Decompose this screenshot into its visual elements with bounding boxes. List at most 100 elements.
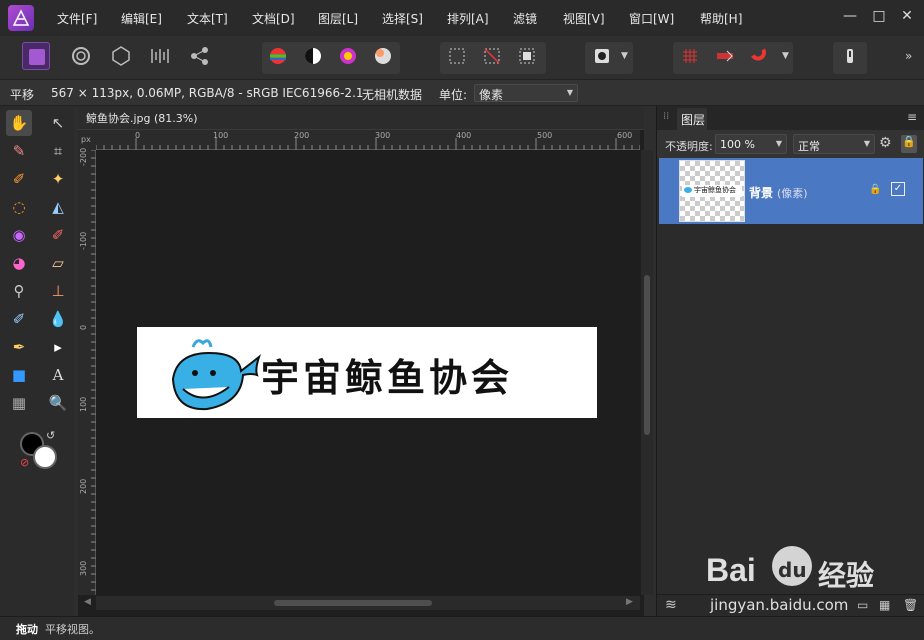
pen-tool-icon[interactable]: ✒: [6, 334, 32, 360]
menu-document[interactable]: 文档[D]: [252, 10, 295, 27]
opacity-value: 100 %: [720, 138, 755, 151]
thumbnail-text: 宇宙鲸鱼协会: [694, 186, 736, 194]
select-all-icon[interactable]: [443, 42, 471, 70]
menu-layer[interactable]: 图层[L]: [318, 10, 358, 27]
vertical-scroll-thumb[interactable]: [644, 275, 650, 435]
menu-help[interactable]: 帮助[H]: [700, 10, 742, 27]
export-persona-icon[interactable]: [186, 42, 214, 70]
deselect-icon[interactable]: [478, 42, 506, 70]
maximize-icon[interactable]: □: [871, 8, 887, 24]
move-tool-icon[interactable]: ↖: [45, 110, 71, 136]
gradient-tool-icon[interactable]: ◉: [6, 222, 32, 248]
clone-stamp-tool-icon[interactable]: ⊥: [45, 278, 71, 304]
layer-visibility-checkbox[interactable]: ✓: [891, 182, 905, 196]
layer-row-background[interactable]: 宇宙鲸鱼协会 背景 (像素) 🔒 ✓: [659, 158, 923, 224]
menu-edit[interactable]: 编辑[E]: [121, 10, 162, 27]
panel-menu-icon[interactable]: ≡: [907, 110, 917, 124]
vertical-scrollbar[interactable]: [641, 150, 653, 595]
freehand-selection-tool-icon[interactable]: ◌: [6, 194, 32, 220]
vertical-ruler[interactable]: -200 -100 0 100 200 300: [78, 148, 96, 595]
document-image: 宇宙鲸鱼协会: [137, 327, 597, 418]
thumbnail-whale-icon: [684, 187, 692, 193]
secondary-color-swatch[interactable]: [33, 445, 57, 469]
minimize-icon[interactable]: —: [842, 8, 858, 24]
paint-mode-icon[interactable]: [836, 42, 864, 70]
layers-stack-icon[interactable]: ≋: [665, 597, 677, 613]
photo-persona-icon[interactable]: [22, 42, 50, 70]
tone-mapping-persona-icon[interactable]: [146, 42, 174, 70]
horizontal-scroll-thumb[interactable]: [274, 600, 432, 606]
layer-lock-icon[interactable]: 🔒: [869, 184, 881, 195]
scroll-left-icon[interactable]: ◀: [84, 597, 91, 607]
dodge-tool-icon[interactable]: ⚲: [6, 278, 32, 304]
mesh-warp-tool-icon[interactable]: ▦: [6, 390, 32, 416]
flood-select-tool-icon[interactable]: ✦: [45, 166, 71, 192]
white-balance-icon[interactable]: [369, 42, 397, 70]
horizontal-ruler[interactable]: 0 100 200 300 400 500 600: [96, 130, 640, 150]
color-replacement-tool-icon[interactable]: ◕: [6, 250, 32, 276]
node-tool-icon[interactable]: ▸: [45, 334, 71, 360]
h-tick-label: 400: [456, 131, 472, 140]
blend-mode-select[interactable]: 正常 ▼: [793, 134, 875, 154]
selection-brush-tool-icon[interactable]: ✐: [6, 166, 32, 192]
add-pixel-layer-icon[interactable]: ▦: [879, 598, 890, 612]
healing-brush-tool-icon[interactable]: ✐: [6, 306, 32, 332]
grid-icon[interactable]: [676, 42, 704, 70]
panel-grip-icon[interactable]: ⁞⁞: [663, 111, 669, 122]
camera-data: 无相机数据: [362, 88, 423, 102]
invert-selection-icon[interactable]: [513, 42, 541, 70]
color-picker-tool-icon[interactable]: ✎: [6, 138, 32, 164]
horizontal-scrollbar[interactable]: ◀ ▶: [84, 596, 640, 610]
layer-name: 背景: [749, 186, 774, 200]
tab-layers[interactable]: 图层: [677, 108, 707, 130]
document-tab[interactable]: 鲸鱼协会.jpg (81.3%): [78, 106, 644, 130]
lock-icon[interactable]: 🔒: [901, 135, 917, 153]
menu-window[interactable]: 窗口[W]: [629, 10, 674, 27]
paint-brush-tool-icon[interactable]: ✐: [45, 222, 71, 248]
opacity-select[interactable]: 100 % ▼: [715, 134, 787, 154]
crop-tool-icon[interactable]: ⌗: [45, 138, 71, 164]
hsl-icon[interactable]: [334, 42, 362, 70]
black-white-icon[interactable]: [299, 42, 327, 70]
toolbar-overflow-icon[interactable]: »: [905, 49, 912, 63]
close-icon[interactable]: ✕: [899, 8, 915, 24]
context-toolbar: 平移 567 × 113px, 0.06MP, RGBA/8 - sRGB IE…: [0, 80, 924, 106]
snapping-dropdown-icon[interactable]: ▼: [782, 51, 789, 61]
rectangle-tool-icon[interactable]: ■: [6, 362, 32, 388]
tool-name: 平移: [10, 88, 35, 102]
quick-mask-icon[interactable]: [588, 42, 616, 70]
text-tool-icon[interactable]: A: [45, 362, 71, 388]
no-color-icon[interactable]: ⊘: [20, 456, 29, 469]
menu-filters[interactable]: 滤镜: [513, 10, 537, 27]
h-tick-label: 300: [375, 131, 391, 140]
layer-settings-gear-icon[interactable]: ⚙: [879, 135, 892, 151]
menu-file[interactable]: 文件[F]: [57, 10, 97, 27]
menu-text[interactable]: 文本[T]: [187, 10, 228, 27]
menu-arrange[interactable]: 排列[A]: [447, 10, 489, 27]
whale-icon: [171, 339, 261, 411]
units-label: 单位:: [439, 88, 468, 102]
blur-brush-tool-icon[interactable]: 💧: [45, 306, 71, 332]
develop-persona-icon[interactable]: [107, 42, 135, 70]
erase-brush-tool-icon[interactable]: ▱: [45, 250, 71, 276]
quick-mask-dropdown-icon[interactable]: ▼: [621, 51, 628, 61]
snapping-magnet-icon[interactable]: [746, 42, 774, 70]
scroll-right-icon[interactable]: ▶: [626, 597, 633, 607]
document-title: 鲸鱼协会.jpg (81.3%): [86, 112, 198, 125]
delete-layer-icon[interactable]: 🗑: [903, 598, 918, 612]
v-tick-label: 0: [79, 324, 88, 330]
swap-colors-icon[interactable]: ↺: [46, 429, 55, 442]
zoom-tool-icon[interactable]: 🔍: [45, 390, 71, 416]
status-tool: 拖动: [16, 623, 38, 636]
image-title-text: 宇宙鲸鱼协会: [261, 355, 514, 400]
assistant-icon[interactable]: [711, 42, 739, 70]
opacity-label: 不透明度:: [665, 140, 713, 153]
menu-select[interactable]: 选择[S]: [382, 10, 423, 27]
menu-view[interactable]: 视图[V]: [563, 10, 605, 27]
flood-fill-tool-icon[interactable]: ◭: [45, 194, 71, 220]
units-select[interactable]: 像素 ▼: [474, 84, 578, 102]
add-group-icon[interactable]: ▭: [857, 598, 868, 612]
liquify-persona-icon[interactable]: [67, 42, 95, 70]
levels-icon[interactable]: [264, 42, 292, 70]
hand-tool-icon[interactable]: ✋: [6, 110, 32, 136]
